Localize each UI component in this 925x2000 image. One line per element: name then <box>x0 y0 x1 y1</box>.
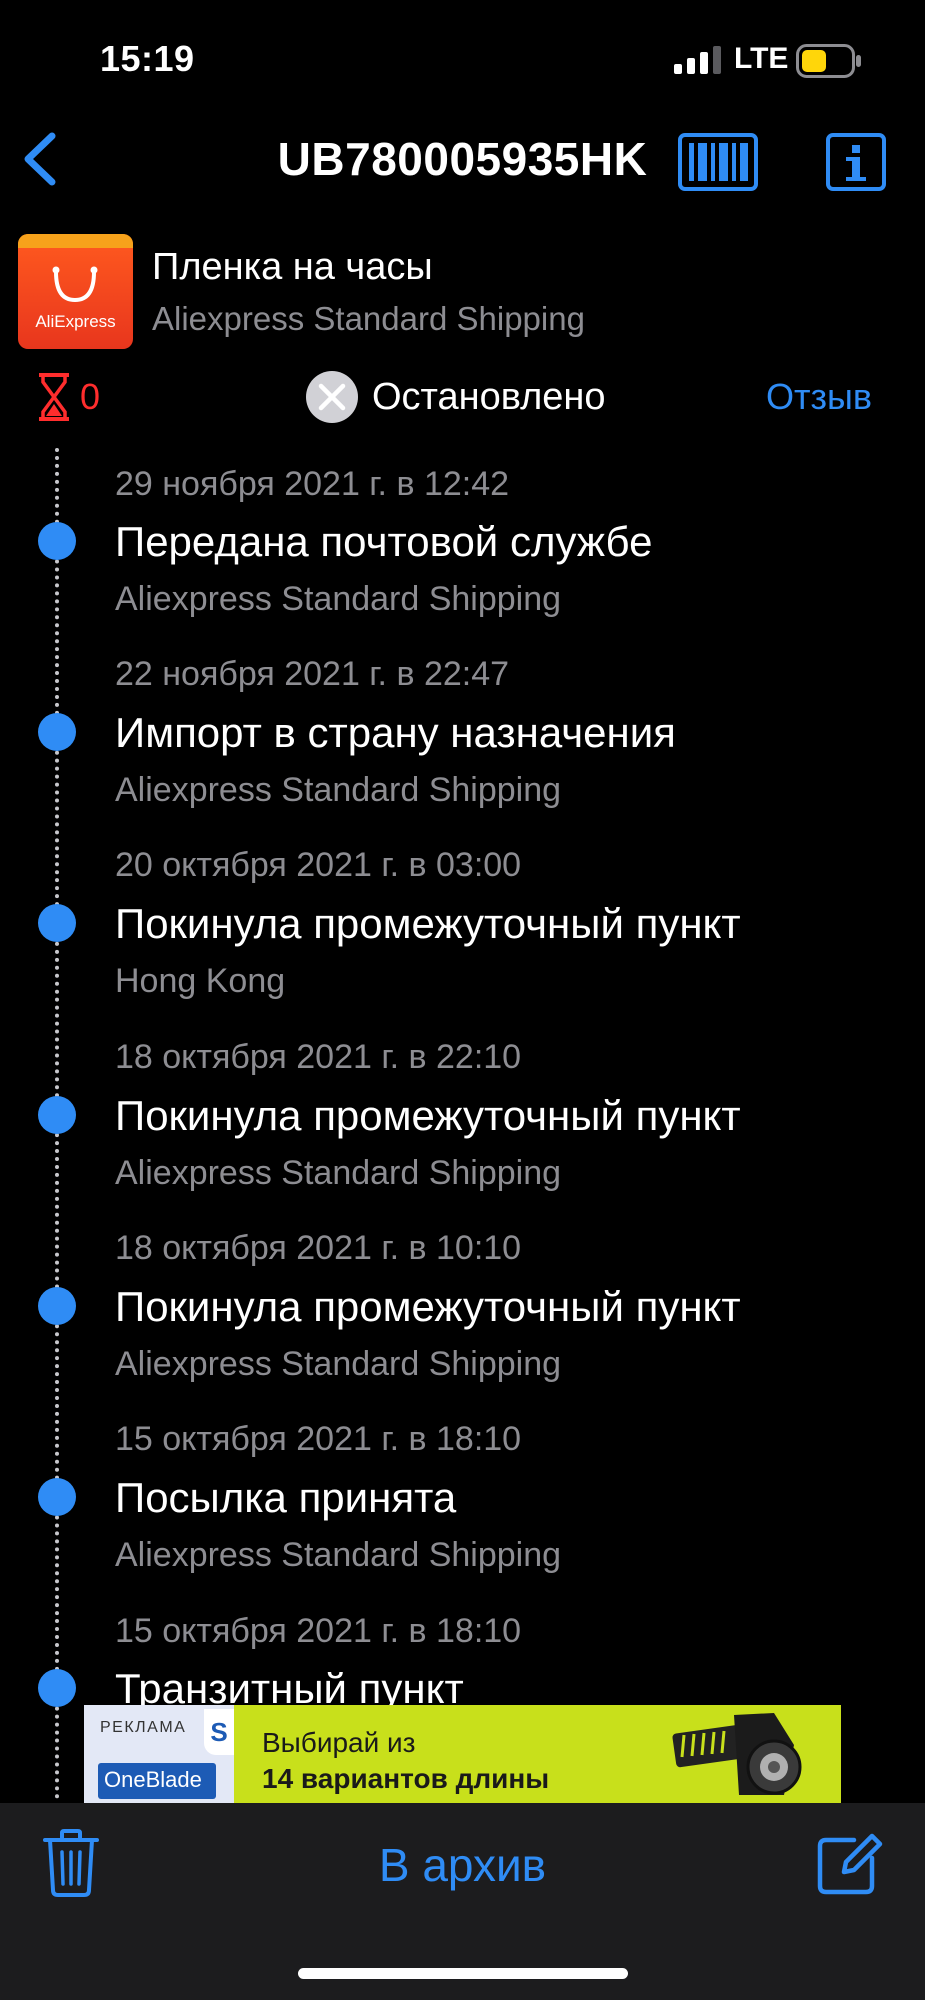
ad-headline: Выбирай из <box>262 1727 416 1758</box>
event-location: Aliexpress Standard Shipping <box>115 1154 562 1192</box>
event-date: 22 ноября 2021 г. в 22:47 <box>115 655 510 693</box>
signal-icon <box>674 46 721 74</box>
event-date: 20 октября 2021 г. в 03:00 <box>115 846 522 884</box>
tracking-number-title: UB780005935HK <box>277 133 648 185</box>
event-title: Покинула промежуточный пункт <box>115 1092 741 1139</box>
info-icon[interactable] <box>826 133 886 191</box>
store-logo-label: AliExpress <box>35 312 116 331</box>
ad-brand-mark: S <box>204 1709 234 1755</box>
event-date: 15 октября 2021 г. в 18:10 <box>115 1612 522 1650</box>
item-name: Пленка на часы <box>152 246 433 288</box>
event-date: 18 октября 2021 г. в 10:10 <box>115 1229 522 1267</box>
event-title: Импорт в страну назначения <box>115 709 676 756</box>
tracking-status: Остановлено <box>372 376 606 418</box>
event-date: 15 октября 2021 г. в 18:10 <box>115 1420 522 1458</box>
event-dot <box>38 904 76 942</box>
home-indicator <box>298 1968 628 1979</box>
event-dot <box>38 1669 76 1707</box>
event-dot <box>38 1287 76 1325</box>
event-location: Aliexpress Standard Shipping <box>115 771 562 809</box>
shipping-service: Aliexpress Standard Shipping <box>152 300 585 337</box>
days-count: 0 <box>80 376 101 417</box>
network-type: LTE <box>734 42 789 75</box>
battery-icon <box>796 44 861 78</box>
event-location: Aliexpress Standard Shipping <box>115 1345 562 1383</box>
razor-product-image <box>672 1713 802 1795</box>
ad-label: РЕКЛАМА <box>100 1719 187 1736</box>
status-time: 15:19 <box>100 38 195 79</box>
event-date: 29 ноября 2021 г. в 12:42 <box>115 465 510 503</box>
event-title: Посылка принята <box>115 1474 457 1521</box>
ad-brand: OneBlade <box>104 1767 202 1792</box>
event-location: Hong Kong <box>115 962 286 1000</box>
hourglass-icon <box>39 373 69 421</box>
event-location: Aliexpress Standard Shipping <box>115 1536 562 1574</box>
aliexpress-logo: AliExpress <box>18 234 133 349</box>
event-title: Покинула промежуточный пункт <box>115 1283 741 1330</box>
event-dot <box>38 1096 76 1134</box>
event-dot <box>38 522 76 560</box>
event-date: 18 октября 2021 г. в 22:10 <box>115 1038 522 1076</box>
ad-banner[interactable]: РЕКЛАМА OneBlade S Выбирай из 14 вариант… <box>84 1705 841 1803</box>
event-dot <box>38 713 76 751</box>
archive-button[interactable]: В архив <box>0 1838 925 1892</box>
event-title: Покинула промежуточный пункт <box>115 900 741 947</box>
event-title: Передана почтовой службе <box>115 518 653 565</box>
ad-subheadline: 14 вариантов длины <box>262 1763 550 1794</box>
shopping-bag-smile-icon <box>52 266 98 303</box>
event-location: Aliexpress Standard Shipping <box>115 580 562 618</box>
stopped-icon <box>306 371 358 423</box>
barcode-icon[interactable] <box>678 133 758 191</box>
compose-icon[interactable] <box>814 1828 884 1898</box>
review-link[interactable]: Отзыв <box>766 376 872 418</box>
event-dot <box>38 1478 76 1516</box>
